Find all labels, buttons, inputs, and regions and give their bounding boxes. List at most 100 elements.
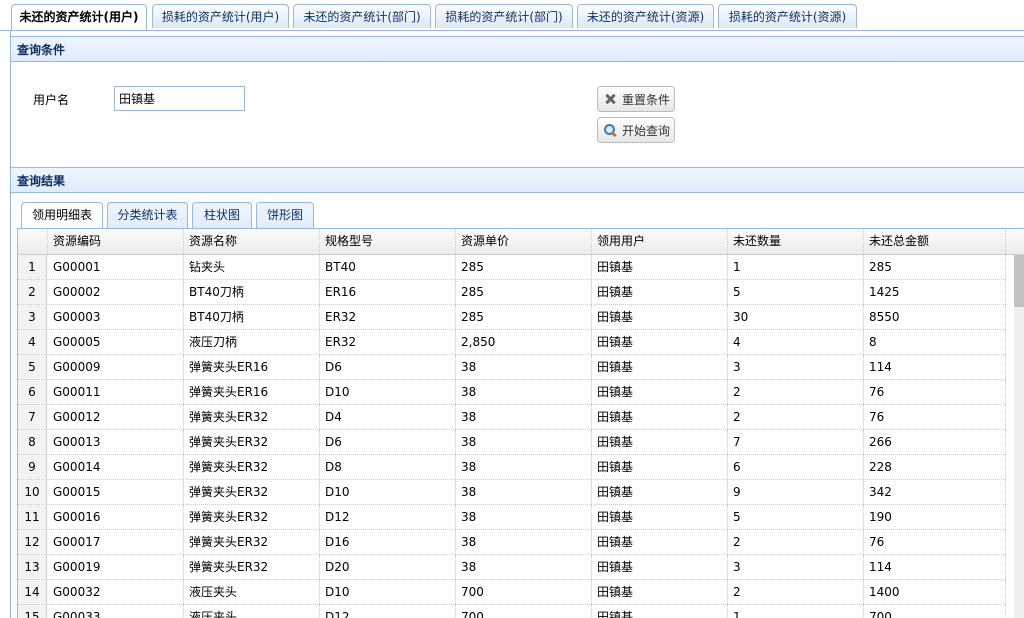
header-spec-model[interactable]: 规格型号: [320, 229, 456, 254]
row-number: 10: [18, 480, 47, 504]
row-number: 1: [18, 255, 47, 279]
vertical-scrollbar[interactable]: [1014, 255, 1024, 618]
table-row[interactable]: 10 G00015 弹簧夹头ER32 D10 38 田镇基 9 342: [18, 480, 1006, 505]
cell-spec-model: D10: [320, 380, 456, 404]
cell-spec-model: D12: [320, 505, 456, 529]
table-row[interactable]: 1 G00001 钻夹头 BT40 285 田镇基 1 285: [18, 255, 1006, 280]
header-borrower[interactable]: 领用用户: [592, 229, 728, 254]
cell-unreturned-total: 76: [864, 380, 1006, 404]
table-row[interactable]: 12 G00017 弹簧夹头ER32 D16 38 田镇基 2 76: [18, 530, 1006, 555]
cell-unreturned-total: 190: [864, 505, 1006, 529]
cell-resource-name: 弹簧夹头ER32: [184, 430, 320, 454]
header-unreturned-total[interactable]: 未还总金额: [864, 229, 1006, 254]
cell-unreturned-total: 285: [864, 255, 1006, 279]
row-number: 9: [18, 455, 47, 479]
row-number: 3: [18, 305, 47, 329]
cell-spec-model: D8: [320, 455, 456, 479]
table-row[interactable]: 8 G00013 弹簧夹头ER32 D6 38 田镇基 7 266: [18, 430, 1006, 455]
row-number: 7: [18, 405, 47, 429]
cell-resource-name: 弹簧夹头ER32: [184, 405, 320, 429]
table-row[interactable]: 5 G00009 弹簧夹头ER16 D6 38 田镇基 3 114: [18, 355, 1006, 380]
reset-button-label: 重置条件: [622, 92, 671, 107]
cell-resource-code: G00016: [48, 505, 184, 529]
table-row[interactable]: 13 G00019 弹簧夹头ER32 D20 38 田镇基 3 114: [18, 555, 1006, 580]
row-number: 11: [18, 505, 47, 529]
cell-unit-price: 2,850: [456, 330, 592, 354]
cell-unreturned-total: 1425: [864, 280, 1006, 304]
table-row[interactable]: 4 G00005 液压刀柄 ER32 2,850 田镇基 4 8: [18, 330, 1006, 355]
header-rownum: [18, 229, 48, 254]
table-row[interactable]: 2 G00002 BT40刀柄 ER16 285 田镇基 5 1425: [18, 280, 1006, 305]
cell-unreturned-qty: 5: [728, 505, 864, 529]
cell-unit-price: 38: [456, 480, 592, 504]
cell-resource-code: G00011: [48, 380, 184, 404]
cell-spec-model: D10: [320, 580, 456, 604]
tab-unreturned-by-dept[interactable]: 未还的资产统计(部门): [293, 4, 431, 28]
header-unreturned-qty[interactable]: 未还数量: [728, 229, 864, 254]
cell-resource-name: 弹簧夹头ER16: [184, 355, 320, 379]
table-row[interactable]: 3 G00003 BT40刀柄 ER32 285 田镇基 30 8550: [18, 305, 1006, 330]
row-number: 13: [18, 555, 47, 579]
header-resource-code[interactable]: 资源编码: [48, 229, 184, 254]
cell-borrower: 田镇基: [592, 480, 728, 504]
cell-borrower: 田镇基: [592, 605, 728, 618]
tab-consumed-by-user[interactable]: 损耗的资产统计(用户): [152, 4, 289, 28]
row-number: 6: [18, 380, 47, 404]
header-unit-price[interactable]: 资源单价: [456, 229, 592, 254]
search-button[interactable]: 开始查询: [597, 117, 675, 143]
cell-resource-name: 弹簧夹头ER32: [184, 455, 320, 479]
tab-category-table[interactable]: 分类统计表: [107, 202, 188, 228]
tab-bar-chart[interactable]: 柱状图: [192, 202, 252, 228]
cell-borrower: 田镇基: [592, 580, 728, 604]
cell-spec-model: ER32: [320, 330, 456, 354]
username-input[interactable]: [114, 86, 245, 111]
cell-spec-model: D20: [320, 555, 456, 579]
cell-unreturned-total: 266: [864, 430, 1006, 454]
cell-resource-name: 钻夹头: [184, 255, 320, 279]
cell-unit-price: 38: [456, 430, 592, 454]
cell-unreturned-total: 8: [864, 330, 1006, 354]
cell-resource-name: 弹簧夹头ER32: [184, 480, 320, 504]
table-row[interactable]: 14 G00032 液压夹头 D10 700 田镇基 2 1400: [18, 580, 1006, 605]
header-resource-name[interactable]: 资源名称: [184, 229, 320, 254]
tab-consumed-by-resource[interactable]: 损耗的资产统计(资源): [718, 4, 857, 28]
cell-resource-code: G00017: [48, 530, 184, 554]
cell-unreturned-qty: 7: [728, 430, 864, 454]
reset-button[interactable]: 重置条件: [597, 86, 675, 112]
cell-unit-price: 38: [456, 405, 592, 429]
cell-unreturned-qty: 2: [728, 580, 864, 604]
tab-detail-table[interactable]: 领用明细表: [21, 202, 103, 230]
cell-borrower: 田镇基: [592, 255, 728, 279]
tab-unreturned-by-user[interactable]: 未还的资产统计(用户): [11, 4, 147, 31]
cell-resource-code: G00032: [48, 580, 184, 604]
cell-unreturned-qty: 5: [728, 280, 864, 304]
cell-resource-name: BT40刀柄: [184, 305, 320, 329]
cell-unreturned-qty: 30: [728, 305, 864, 329]
cell-resource-code: G00013: [48, 430, 184, 454]
table-row[interactable]: 6 G00011 弹簧夹头ER16 D10 38 田镇基 2 76: [18, 380, 1006, 405]
cell-unit-price: 38: [456, 455, 592, 479]
row-number: 12: [18, 530, 47, 554]
cell-borrower: 田镇基: [592, 505, 728, 529]
cell-resource-code: G00012: [48, 405, 184, 429]
scrollbar-thumb[interactable]: [1014, 255, 1024, 307]
table-row[interactable]: 9 G00014 弹簧夹头ER32 D8 38 田镇基 6 228: [18, 455, 1006, 480]
tab-pie-chart[interactable]: 饼形图: [256, 202, 314, 228]
table-row[interactable]: 15 G00033 液压夹头 D12 700 田镇基 1 700: [18, 605, 1006, 618]
tab-unreturned-by-resource[interactable]: 未还的资产统计(资源): [577, 4, 714, 28]
cell-resource-code: G00033: [48, 605, 184, 618]
query-panel-header: 查询条件: [11, 36, 1024, 62]
cell-unreturned-qty: 1: [728, 605, 864, 618]
table-row[interactable]: 7 G00012 弹簧夹头ER32 D4 38 田镇基 2 76: [18, 405, 1006, 430]
tab-consumed-by-dept[interactable]: 损耗的资产统计(部门): [435, 4, 573, 28]
row-number: 5: [18, 355, 47, 379]
grid-header-row: 资源编码 资源名称 规格型号 资源单价 领用用户 未还数量 未还总金额: [18, 229, 1024, 255]
cell-resource-name: 液压刀柄: [184, 330, 320, 354]
cell-borrower: 田镇基: [592, 355, 728, 379]
cell-unreturned-total: 228: [864, 455, 1006, 479]
cell-spec-model: D10: [320, 480, 456, 504]
table-row[interactable]: 11 G00016 弹簧夹头ER32 D12 38 田镇基 5 190: [18, 505, 1006, 530]
cell-resource-name: 液压夹头: [184, 605, 320, 618]
cell-borrower: 田镇基: [592, 305, 728, 329]
cell-unreturned-total: 8550: [864, 305, 1006, 329]
